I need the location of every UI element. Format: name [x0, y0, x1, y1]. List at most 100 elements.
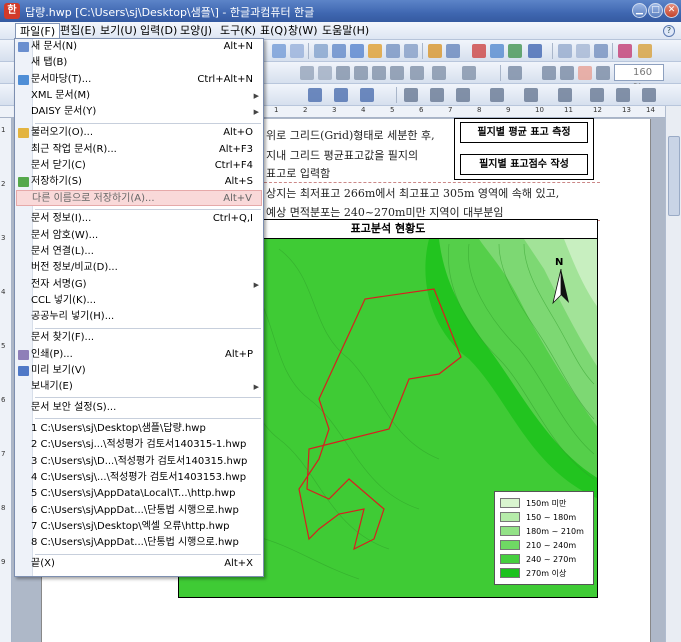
style-icon[interactable]: [368, 44, 382, 58]
close-button[interactable]: ✕: [664, 3, 679, 18]
file-menu-item[interactable]: 6 C:\Users\sj\AppDat...\단통법 시행으로.hwp: [16, 503, 262, 519]
vertical-scrollbar[interactable]: [665, 106, 681, 642]
file-menu-item[interactable]: 인쇄(P)... Alt+P: [16, 347, 262, 363]
menu-file[interactable]: 파일(F): [15, 23, 61, 39]
arrange-icon[interactable]: [524, 88, 538, 102]
textbox-icon[interactable]: [350, 44, 364, 58]
file-menu-item[interactable]: 3 C:\Users\sj\D...\적성평가 검토서140315.hwp: [16, 454, 262, 470]
file-menu-item[interactable]: 문서 보안 설정(S)...: [16, 400, 262, 416]
doc-text-line[interactable]: 상지는 최저표고 266m에서 최고표고 305m 영역에 속해 있고,: [266, 185, 559, 201]
font-icon[interactable]: [490, 44, 504, 58]
file-menu-item[interactable]: 7 C:\Users\sj\Desktop\엑셀 오류\http.hwp: [16, 519, 262, 535]
outline-icon[interactable]: [462, 66, 476, 80]
file-menu-item[interactable]: 4 C:\Users\sj\...\적성평가 검토서1403153.hwp: [16, 470, 262, 486]
group-icon[interactable]: [558, 88, 572, 102]
cut-icon[interactable]: [272, 44, 286, 58]
link-icon[interactable]: [594, 44, 608, 58]
chart-icon[interactable]: [472, 44, 486, 58]
minimize-button[interactable]: ▁: [632, 3, 647, 18]
rotate-icon[interactable]: [590, 88, 604, 102]
file-menu-item[interactable]: CCL 넣기(K)...: [16, 293, 262, 309]
file-menu-item[interactable]: 문서 연결(L)...: [16, 244, 262, 260]
bold-icon[interactable]: [336, 66, 350, 80]
menu-insert[interactable]: 입력(D): [136, 23, 181, 39]
format-painter-icon[interactable]: [314, 44, 328, 58]
menu-format[interactable]: 모양(J): [176, 23, 216, 39]
subscript-icon[interactable]: [432, 66, 446, 80]
highlight-icon[interactable]: [508, 66, 522, 80]
menu-tools[interactable]: 도구(K): [216, 23, 260, 39]
line-width-icon[interactable]: [430, 88, 444, 102]
file-menu-item[interactable]: DAISY 문서(Y) ▶: [16, 104, 262, 120]
process-box-2[interactable]: 필지별 표고점수 작성: [460, 154, 588, 175]
doc-text-line[interactable]: 위로 그리드(Grid)형태로 세분한 후,: [266, 127, 435, 143]
align-justify-icon[interactable]: [578, 66, 592, 80]
doc-text-line[interactable]: 지내 그리드 평균표고값을 필지의: [266, 147, 418, 163]
file-menu-item[interactable]: 미리 보기(V): [16, 363, 262, 379]
file-menu-item[interactable]: 1 C:\Users\sj\Desktop\샘플\답량.hwp: [16, 421, 262, 437]
menu-window[interactable]: 창(W): [284, 23, 322, 39]
symbol-icon[interactable]: [508, 44, 522, 58]
maximize-button[interactable]: □: [648, 3, 663, 18]
file-menu-item[interactable]: 8 C:\Users\sj\AppDat...\단통법 시행으로.hwp: [16, 535, 262, 551]
char-icon[interactable]: [386, 44, 400, 58]
image-icon[interactable]: [428, 44, 442, 58]
superscript-icon[interactable]: [410, 66, 424, 80]
help-icon[interactable]: ?: [663, 25, 675, 37]
scrollbar-thumb[interactable]: [668, 136, 680, 216]
file-menu-item[interactable]: 버전 정보/비교(D)...: [16, 260, 262, 276]
file-menu-item[interactable]: 공공누리 넣기(H)...: [16, 309, 262, 325]
flip-icon[interactable]: [616, 88, 630, 102]
file-menu-item[interactable]: 문서 찾기(F)...: [16, 330, 262, 346]
file-menu-item[interactable]: 새 탭(B): [16, 55, 262, 71]
file-menu-item[interactable]: 새 문서(N) Alt+N: [16, 39, 262, 55]
shadow-icon[interactable]: [490, 88, 504, 102]
border-icon[interactable]: [456, 88, 470, 102]
font-color-icon[interactable]: [360, 88, 374, 102]
shape-icon[interactable]: [332, 44, 346, 58]
file-menu-item[interactable]: 전자 서명(G) ▶: [16, 277, 262, 293]
hwp-app-icon[interactable]: 한: [4, 3, 20, 19]
book-icon[interactable]: [638, 44, 652, 58]
file-menu-item[interactable]: 문서 정보(I)... Ctrl+Q,I: [16, 211, 262, 227]
italic-icon[interactable]: [354, 66, 368, 80]
menu-edit[interactable]: 편집(E): [56, 23, 100, 39]
file-menu-item[interactable]: 다른 이름으로 저장하기(A)... Alt+V: [16, 190, 262, 207]
more-icon[interactable]: [642, 88, 656, 102]
zoom-input[interactable]: 160 %: [614, 64, 664, 93]
file-menu-item[interactable]: 2 C:\Users\sj...\적성평가 검토서140315-1.hwp: [16, 437, 262, 453]
process-box-1[interactable]: 필지별 평균 표고 측정: [460, 122, 588, 143]
file-menu-item[interactable]: 문서 닫기(C) Ctrl+F4: [16, 158, 262, 174]
line-style-icon[interactable]: [404, 88, 418, 102]
object-icon[interactable]: [576, 44, 590, 58]
strike-icon[interactable]: [390, 66, 404, 80]
file-menu-item[interactable]: 5 C:\Users\sj\AppData\Local\T...\http.hw…: [16, 486, 262, 502]
file-menu-item[interactable]: 저장하기(S) Alt+S: [16, 174, 262, 190]
presentation-icon[interactable]: [618, 44, 632, 58]
file-menu-item[interactable]: 문서마당(T)... Ctrl+Alt+N: [16, 72, 262, 88]
file-menu-item[interactable]: 최근 작업 문서(R)... Alt+F3: [16, 142, 262, 158]
underline-icon[interactable]: [372, 66, 386, 80]
font-size-icon[interactable]: [300, 66, 314, 80]
vertical-ruler[interactable]: 1 2 3 4 5 6 7 8 9: [0, 118, 12, 642]
size-down-icon[interactable]: [318, 66, 332, 80]
align-left-icon[interactable]: [542, 66, 556, 80]
copy-icon[interactable]: [290, 44, 304, 58]
doc-text-line[interactable]: 표고로 입력함: [266, 165, 330, 181]
file-menu-item[interactable]: 불러오기(O)... Alt+O: [16, 125, 262, 141]
fill-icon[interactable]: [334, 88, 348, 102]
menu-view[interactable]: 보기(U): [96, 23, 141, 39]
file-menu-item[interactable]: 보내기(E) ▶: [16, 379, 262, 395]
menu-help[interactable]: 도움말(H): [318, 23, 373, 39]
file-menu-item[interactable]: 문서 암호(W)...: [16, 228, 262, 244]
align-right-icon[interactable]: [596, 66, 610, 80]
grid-icon[interactable]: [558, 44, 572, 58]
file-menu-item[interactable]: 끝(X) Alt+X: [16, 556, 262, 572]
doc-text-line[interactable]: 예상 면적분포는 240~270m미만 지역이 대부분임: [266, 204, 504, 220]
table-icon[interactable]: [446, 44, 460, 58]
file-menu-item[interactable]: XML 문서(M) ▶: [16, 88, 262, 104]
pen-icon[interactable]: [308, 88, 322, 102]
special-char-icon[interactable]: [528, 44, 542, 58]
align-center-icon[interactable]: [560, 66, 574, 80]
para-icon[interactable]: [404, 44, 418, 58]
